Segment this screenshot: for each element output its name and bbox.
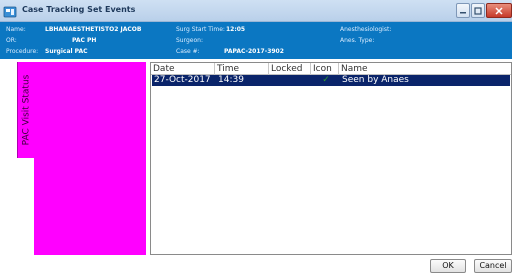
events-grid[interactable]: Date Time Locked Icon Name 27-Oct-2017 1… bbox=[150, 62, 512, 255]
column-header-name[interactable]: Name bbox=[339, 63, 512, 75]
column-header-date[interactable]: Date bbox=[151, 63, 215, 75]
row-name: Seen by Anaes bbox=[342, 75, 409, 85]
close-icon bbox=[495, 6, 503, 15]
case-value: PAPAC-2017-3902 bbox=[224, 48, 284, 55]
case-label: Case #: bbox=[176, 48, 200, 55]
surg-start-value: 12:05 bbox=[226, 26, 246, 33]
table-row[interactable]: 27-Oct-2017 14:39 ✓ Seen by Anaes bbox=[152, 75, 510, 86]
patient-header: Name: LBHANAESTHETISTO2 JACOB OR: PAC PH… bbox=[0, 22, 512, 59]
row-time: 14:39 bbox=[218, 75, 244, 85]
surg-start-label: Surg Start Time: bbox=[176, 26, 225, 33]
anesthesiologist-label: Anesthesiologist: bbox=[340, 26, 392, 33]
column-header-locked[interactable]: Locked bbox=[269, 63, 311, 75]
maximize-button[interactable] bbox=[471, 3, 485, 18]
row-icon: ✓ bbox=[312, 75, 340, 86]
name-label: Name: bbox=[6, 26, 26, 33]
title-bar: Case Tracking Set Events bbox=[0, 0, 512, 22]
column-header-time[interactable]: Time bbox=[215, 63, 269, 75]
column-header-icon[interactable]: Icon bbox=[311, 63, 339, 75]
anes-type-label: Anes. Type: bbox=[340, 37, 375, 44]
name-value: LBHANAESTHETISTO2 JACOB bbox=[45, 26, 142, 33]
minimize-icon bbox=[460, 11, 466, 13]
ok-button[interactable]: OK bbox=[430, 259, 466, 273]
app-icon bbox=[3, 4, 17, 18]
cancel-button[interactable]: Cancel bbox=[474, 259, 512, 273]
minimize-button[interactable] bbox=[456, 3, 470, 18]
or-value: PAC PH bbox=[72, 37, 97, 44]
row-date: 27-Oct-2017 bbox=[154, 75, 211, 85]
surgeon-label: Surgeon: bbox=[176, 37, 203, 44]
or-label: OR: bbox=[6, 37, 17, 44]
checkmark-icon: ✓ bbox=[322, 75, 330, 85]
maximize-icon bbox=[474, 6, 482, 15]
procedure-label: Procedure: bbox=[6, 48, 39, 55]
window-title: Case Tracking Set Events bbox=[22, 5, 136, 14]
grid-header: Date Time Locked Icon Name bbox=[151, 63, 511, 75]
procedure-value: Surgical PAC bbox=[45, 48, 88, 55]
close-button[interactable] bbox=[486, 3, 512, 18]
row-locked bbox=[270, 75, 312, 86]
tab-pac-visit-status[interactable]: PAC Visit Status bbox=[17, 62, 34, 158]
status-panel bbox=[34, 62, 146, 255]
tab-pac-visit-status-label: PAC Visit Status bbox=[21, 74, 31, 146]
